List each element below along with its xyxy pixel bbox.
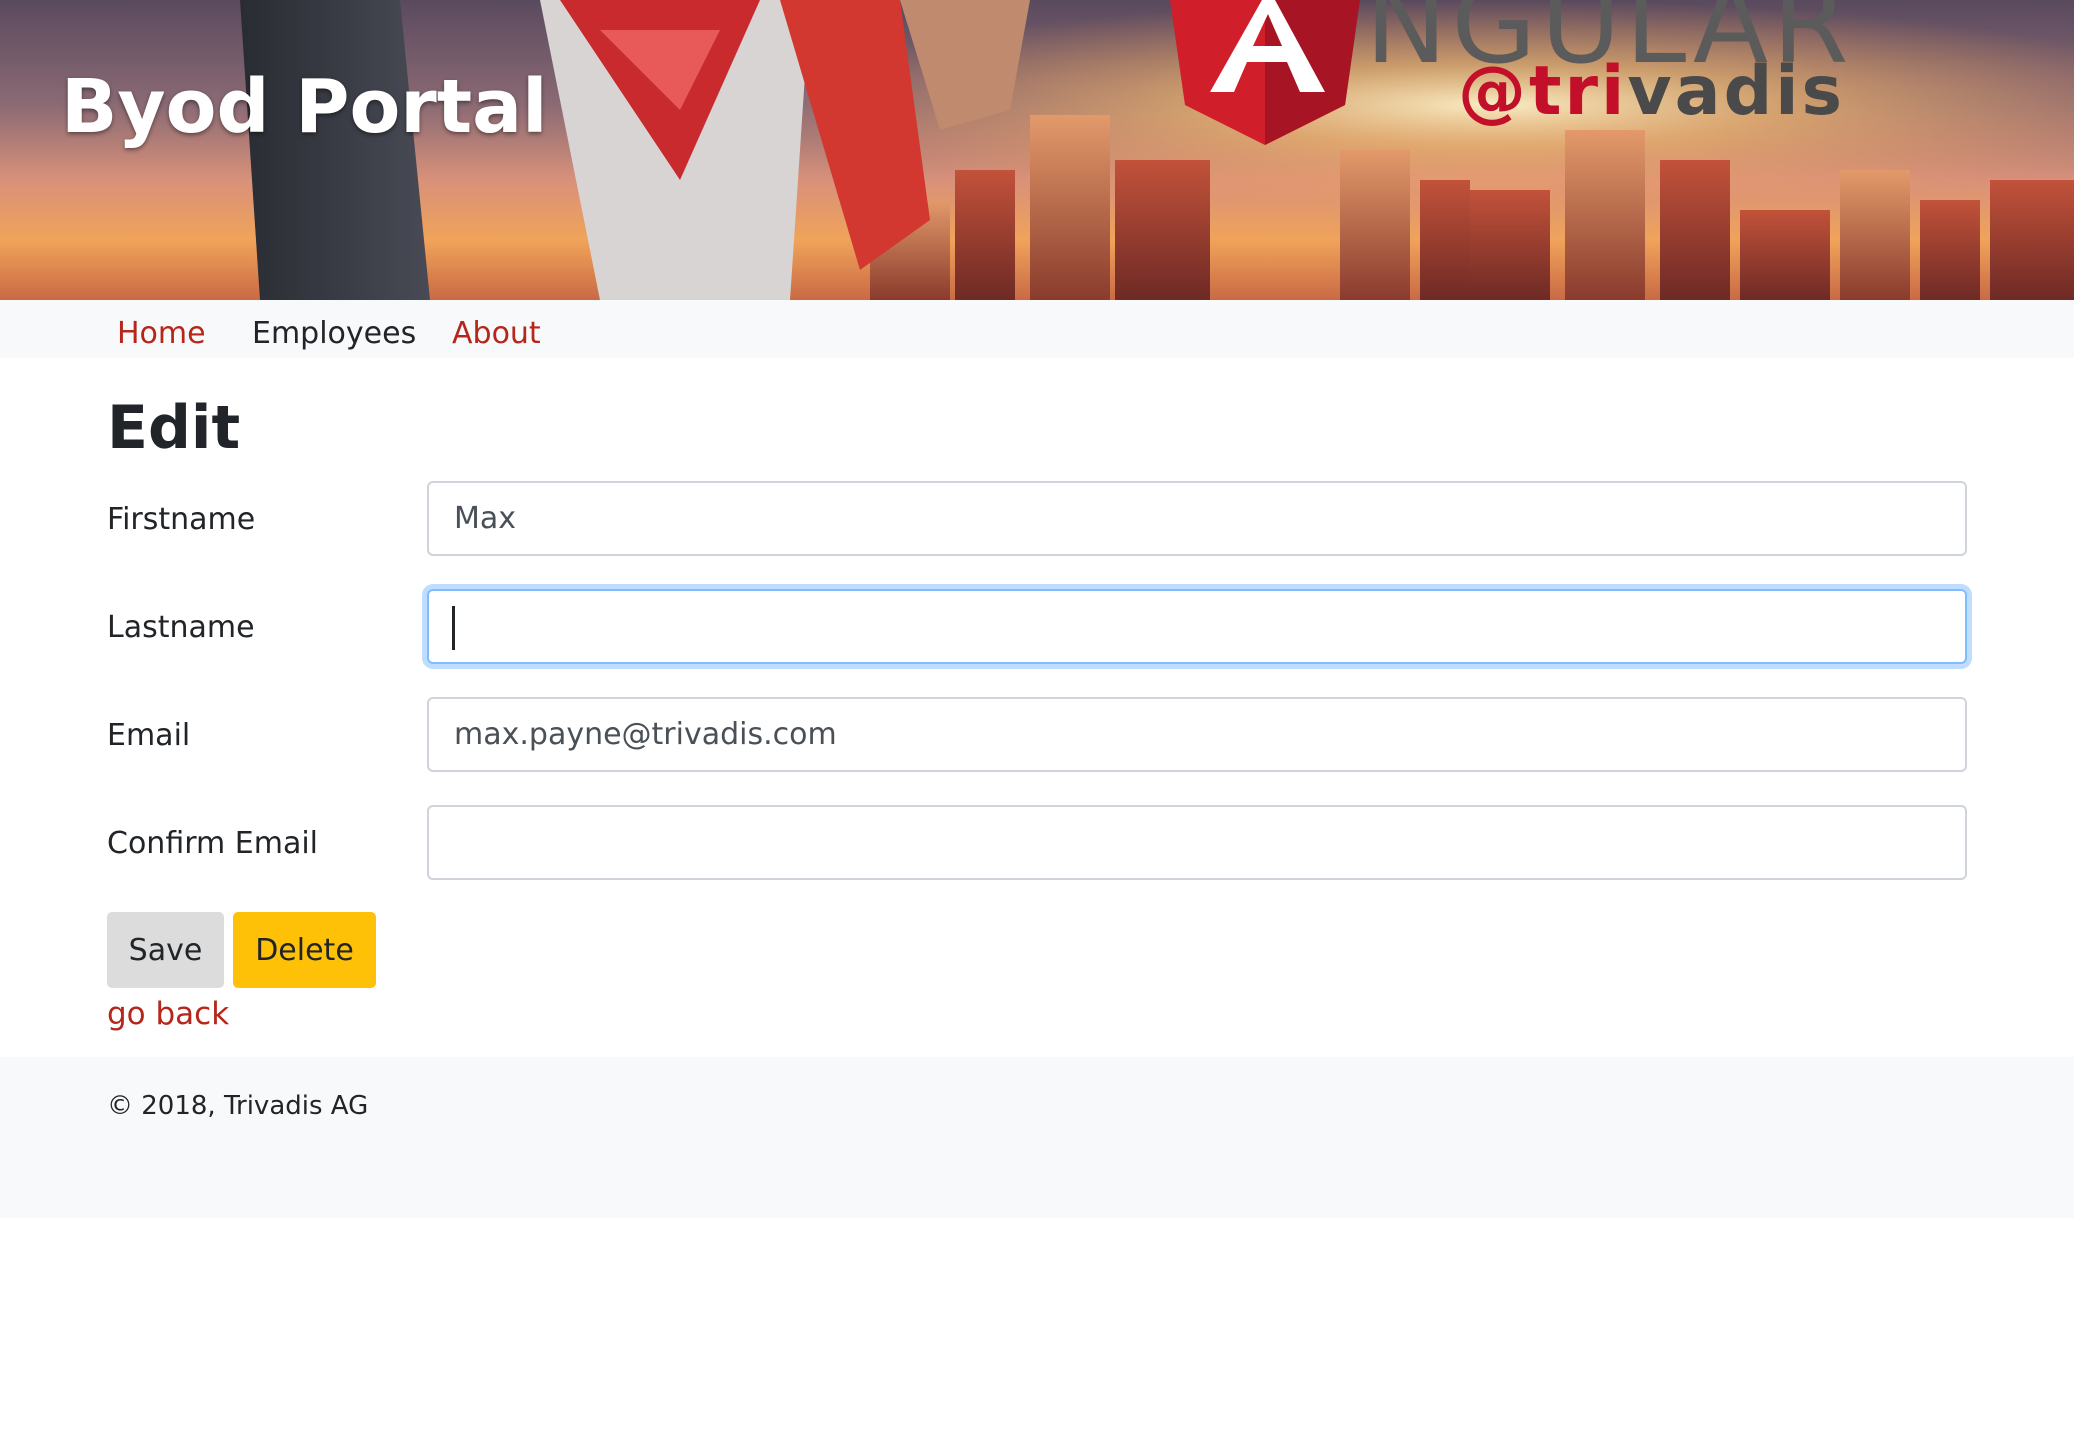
delete-button[interactable]: Delete	[233, 912, 376, 988]
email-label: Email	[107, 718, 191, 753]
app-title: Byod Portal	[61, 64, 548, 150]
email-input[interactable]	[427, 697, 1967, 772]
nav-home-link[interactable]: Home	[117, 316, 206, 351]
confirm-email-label: Confirm Email	[107, 826, 319, 861]
lastname-label: Lastname	[107, 610, 255, 645]
main-navbar: Home Employees About	[0, 300, 2074, 358]
nav-employees-link[interactable]: Employees	[252, 316, 416, 351]
text-cursor	[452, 606, 455, 650]
page-footer: © 2018, Trivadis AG	[0, 1057, 2074, 1218]
go-back-link[interactable]: go back	[107, 996, 229, 1032]
confirm-email-input[interactable]	[427, 805, 1967, 880]
page-title: Edit	[107, 393, 241, 463]
logo-tri: tri	[1529, 52, 1628, 131]
logo-trivadis: @trivadis	[1458, 52, 1845, 131]
firstname-label: Firstname	[107, 502, 256, 537]
logo-at-sign: @	[1458, 52, 1529, 131]
header-banner: NGULAR @trivadis Byod Portal	[0, 0, 2074, 300]
logo-vadis: vadis	[1627, 52, 1846, 131]
firstname-input[interactable]	[427, 481, 1967, 556]
nav-about-link[interactable]: About	[452, 316, 541, 351]
save-button[interactable]: Save	[107, 912, 224, 988]
lastname-input[interactable]	[427, 589, 1967, 664]
copyright-text: © 2018, Trivadis AG	[107, 1091, 369, 1121]
